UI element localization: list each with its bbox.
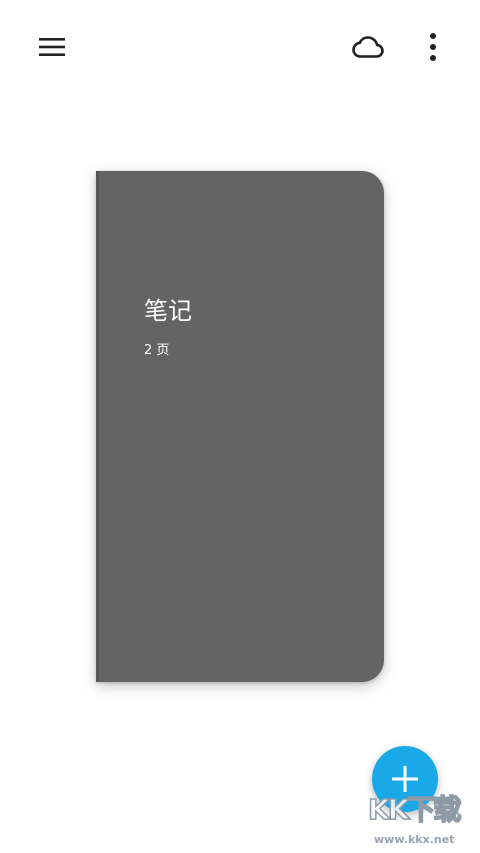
menu-button[interactable] <box>30 25 74 69</box>
notebook-title: 笔记 <box>144 297 192 325</box>
more-options-button[interactable] <box>411 25 455 69</box>
watermark-logo: KK下载 <box>367 792 462 827</box>
notebook-page-count: 2 页 <box>144 343 170 358</box>
top-app-bar <box>0 0 480 95</box>
site-watermark: KK下载 www.kkx.net <box>367 788 478 850</box>
notebook-card[interactable]: 笔记 2 页 <box>96 171 384 682</box>
sync-button[interactable] <box>346 25 390 69</box>
cloud-icon <box>352 36 384 58</box>
hamburger-menu-icon <box>39 38 65 56</box>
watermark-url: www.kkx.net <box>374 833 455 846</box>
more-vertical-icon <box>430 33 436 61</box>
